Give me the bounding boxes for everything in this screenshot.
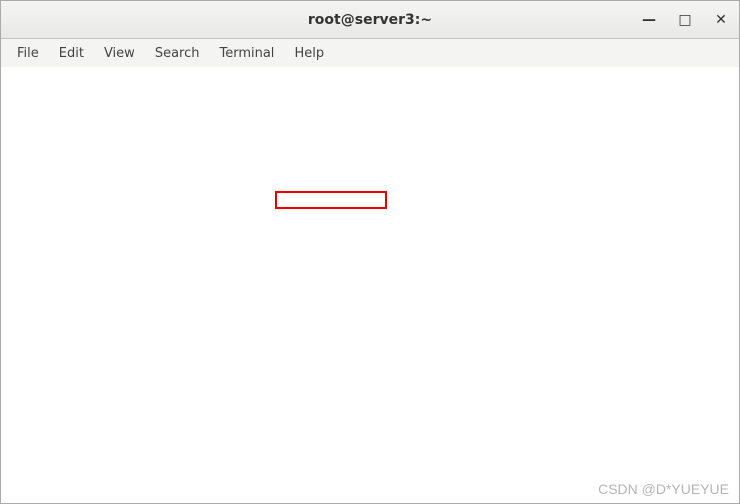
close-button[interactable]: ✕: [709, 8, 733, 32]
minimize-button[interactable]: —: [637, 8, 661, 32]
highlight-master-host: [275, 191, 387, 209]
menu-search[interactable]: Search: [145, 43, 210, 64]
titlebar: root@server3:~ — □ ✕: [1, 1, 739, 39]
terminal-area[interactable]: ERROR: No query specified mysql> show sl…: [1, 67, 739, 503]
menu-view[interactable]: View: [94, 43, 145, 64]
menu-edit[interactable]: Edit: [49, 43, 94, 64]
window-controls: — □ ✕: [637, 1, 733, 38]
menu-terminal[interactable]: Terminal: [209, 43, 284, 64]
menu-file[interactable]: File: [7, 43, 49, 64]
maximize-button[interactable]: □: [673, 8, 697, 32]
menu-help[interactable]: Help: [284, 43, 334, 64]
menubar: File Edit View Search Terminal Help: [1, 39, 739, 67]
window-title: root@server3:~: [1, 12, 739, 28]
